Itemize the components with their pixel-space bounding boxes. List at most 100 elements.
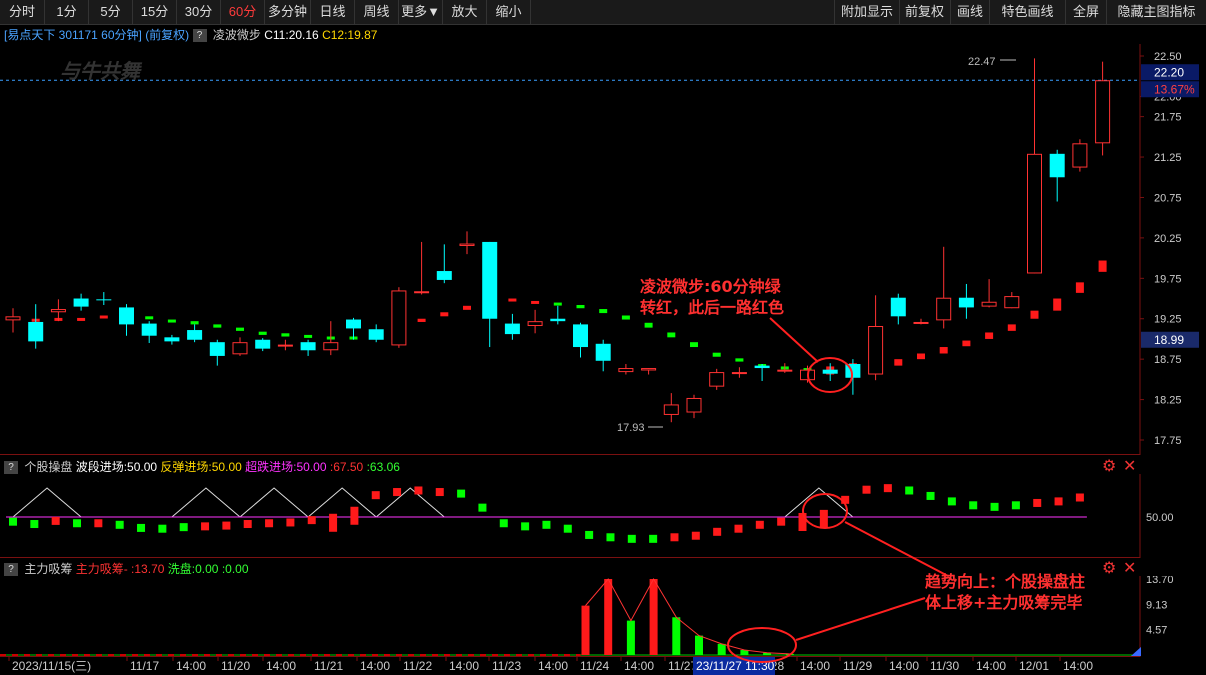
sub1-bar	[542, 520, 551, 529]
indicator-bar	[917, 353, 925, 360]
x-tick-label: 11/21	[314, 659, 343, 673]
sub2-help-icon[interactable]: ?	[4, 563, 18, 577]
candle-body	[868, 326, 884, 375]
sub1-value-1: :67.50	[329, 460, 364, 474]
tab-multi-minute[interactable]: 多分钟	[265, 0, 311, 24]
sub2-close-icon[interactable]: ✕	[1123, 561, 1136, 577]
sub1-bar	[862, 485, 871, 494]
tab-60min[interactable]: 60分	[221, 0, 265, 24]
forward-adjust-button[interactable]: 前复权	[899, 0, 951, 24]
sub1-indicator-chart[interactable]: 50.00	[0, 474, 1206, 558]
x-tick-label: 11/23	[492, 659, 521, 673]
indicator-bar	[962, 340, 971, 347]
zoom-in-button[interactable]: 放大	[443, 0, 487, 24]
sub1-bar	[691, 531, 700, 540]
indicator-bar	[644, 322, 653, 328]
candle-body	[414, 291, 430, 294]
annotation-2-line-2: 体上移+主力吸筹完毕	[925, 593, 1083, 612]
x-tick-label: 14:00	[266, 659, 296, 673]
candle-body	[663, 404, 679, 415]
x-tick-label: 14:00	[538, 659, 568, 673]
indicator-bar	[167, 319, 176, 323]
indicator-name: 凌波微步	[212, 28, 261, 42]
sub1-bar	[926, 491, 935, 500]
candle-body	[300, 342, 316, 351]
candle-body	[277, 344, 293, 347]
sub2-value-1: :13.70	[131, 562, 165, 576]
indicator-bar	[1007, 324, 1016, 331]
indicator-bar	[463, 305, 471, 310]
indicator-bar	[281, 333, 290, 337]
sub1-close-icon[interactable]: ✕	[1123, 459, 1136, 475]
special-draw-button[interactable]: 特色画线	[990, 0, 1066, 24]
low-price-label: 17.93	[617, 422, 645, 434]
sub1-help-icon[interactable]: ?	[4, 461, 18, 475]
x-tick-label: 14:00	[800, 659, 830, 673]
sub1-bar	[755, 520, 764, 529]
indicator-bar	[894, 359, 903, 366]
indicator-bar	[508, 298, 517, 302]
sub1-bar	[115, 520, 124, 529]
indicator-bar	[531, 300, 540, 304]
sub2-y-tick: 4.57	[1146, 625, 1167, 637]
candle-body	[913, 321, 929, 324]
y-tick-label: 21.25	[1154, 152, 1182, 164]
candle-body	[777, 369, 793, 372]
sub1-bar	[265, 519, 274, 528]
fullscreen-button[interactable]: 全屏	[1066, 0, 1107, 24]
tab-1min[interactable]: 1分	[45, 0, 89, 24]
candle-body	[845, 364, 861, 378]
candle-body	[391, 290, 407, 346]
sub1-settings-gear-icon[interactable]: ⚙	[1102, 459, 1116, 475]
sub1-bar	[883, 484, 892, 493]
zoom-out-button[interactable]: 缩小	[487, 0, 531, 24]
annotation-text-1: 凌波微步:60分钟绿 转红，此后一路红色	[640, 276, 784, 318]
candle-body	[1004, 296, 1020, 309]
sub1-bar	[435, 488, 444, 497]
sub1-bar	[841, 495, 850, 504]
sub1-bar	[1054, 497, 1063, 506]
candle-body	[800, 369, 815, 381]
sub1-bar	[627, 534, 636, 543]
candle-body	[1049, 153, 1065, 178]
candle-body	[890, 297, 906, 317]
candle-body	[50, 309, 66, 313]
tab-15min[interactable]: 15分	[133, 0, 177, 24]
sub1-bar	[51, 516, 60, 525]
tab-daily[interactable]: 日线	[311, 0, 355, 24]
tab-timeshare[interactable]: 分时	[0, 0, 45, 24]
indicator-bar	[599, 309, 608, 314]
candle-body	[1072, 143, 1088, 168]
tab-5min[interactable]: 5分	[89, 0, 133, 24]
indicator-bar	[667, 332, 676, 338]
sub1-label-1: 波段进场:50.00	[75, 460, 158, 474]
hide-indicator-button[interactable]: 隐藏主图指标	[1107, 0, 1206, 24]
candle-body	[187, 330, 203, 340]
sub2-bar	[649, 579, 658, 655]
candle-body	[936, 297, 952, 321]
period-toolbar: 分时 1分 5分 15分 30分 60分 多分钟 日线 周线 更多▼ 放大 缩小…	[0, 0, 1206, 25]
indicator-help-icon[interactable]: ?	[192, 29, 207, 43]
sub1-bar	[969, 501, 978, 510]
sub1-bar	[94, 519, 103, 528]
x-tick-label: 14:00	[449, 659, 479, 673]
draw-line-button[interactable]: 画线	[951, 0, 990, 24]
sub2-label-2: 洗盘:0.00	[167, 562, 219, 576]
indicator-bar	[621, 315, 630, 320]
x-tick-label: 11/17	[130, 659, 159, 673]
indicator-bar	[985, 332, 994, 339]
sub2-settings-gear-icon[interactable]: ⚙	[1102, 561, 1116, 577]
price-badge: 22.20	[1154, 65, 1184, 79]
main-info-line: [易点天下 301171 60分钟] (前复权) ? 凌波微步 C11:20.1…	[4, 26, 377, 43]
tab-30min[interactable]: 30分	[177, 0, 221, 24]
sub2-bar	[604, 579, 613, 655]
x-tick-label: 11/22	[403, 659, 432, 673]
stock-title: [易点天下 301171 60分钟]	[4, 28, 142, 42]
sub1-triangle-signal	[375, 487, 445, 518]
indicator-bar	[1075, 282, 1084, 293]
tab-weekly[interactable]: 周线	[355, 0, 399, 24]
more-dropdown[interactable]: 更多▼	[399, 0, 443, 24]
candlestick-chart[interactable]: 22.5022.0021.7521.2520.7520.2519.7519.25…	[0, 44, 1206, 455]
extra-display-button[interactable]: 附加显示	[834, 0, 900, 24]
indicator-bar	[304, 334, 313, 338]
